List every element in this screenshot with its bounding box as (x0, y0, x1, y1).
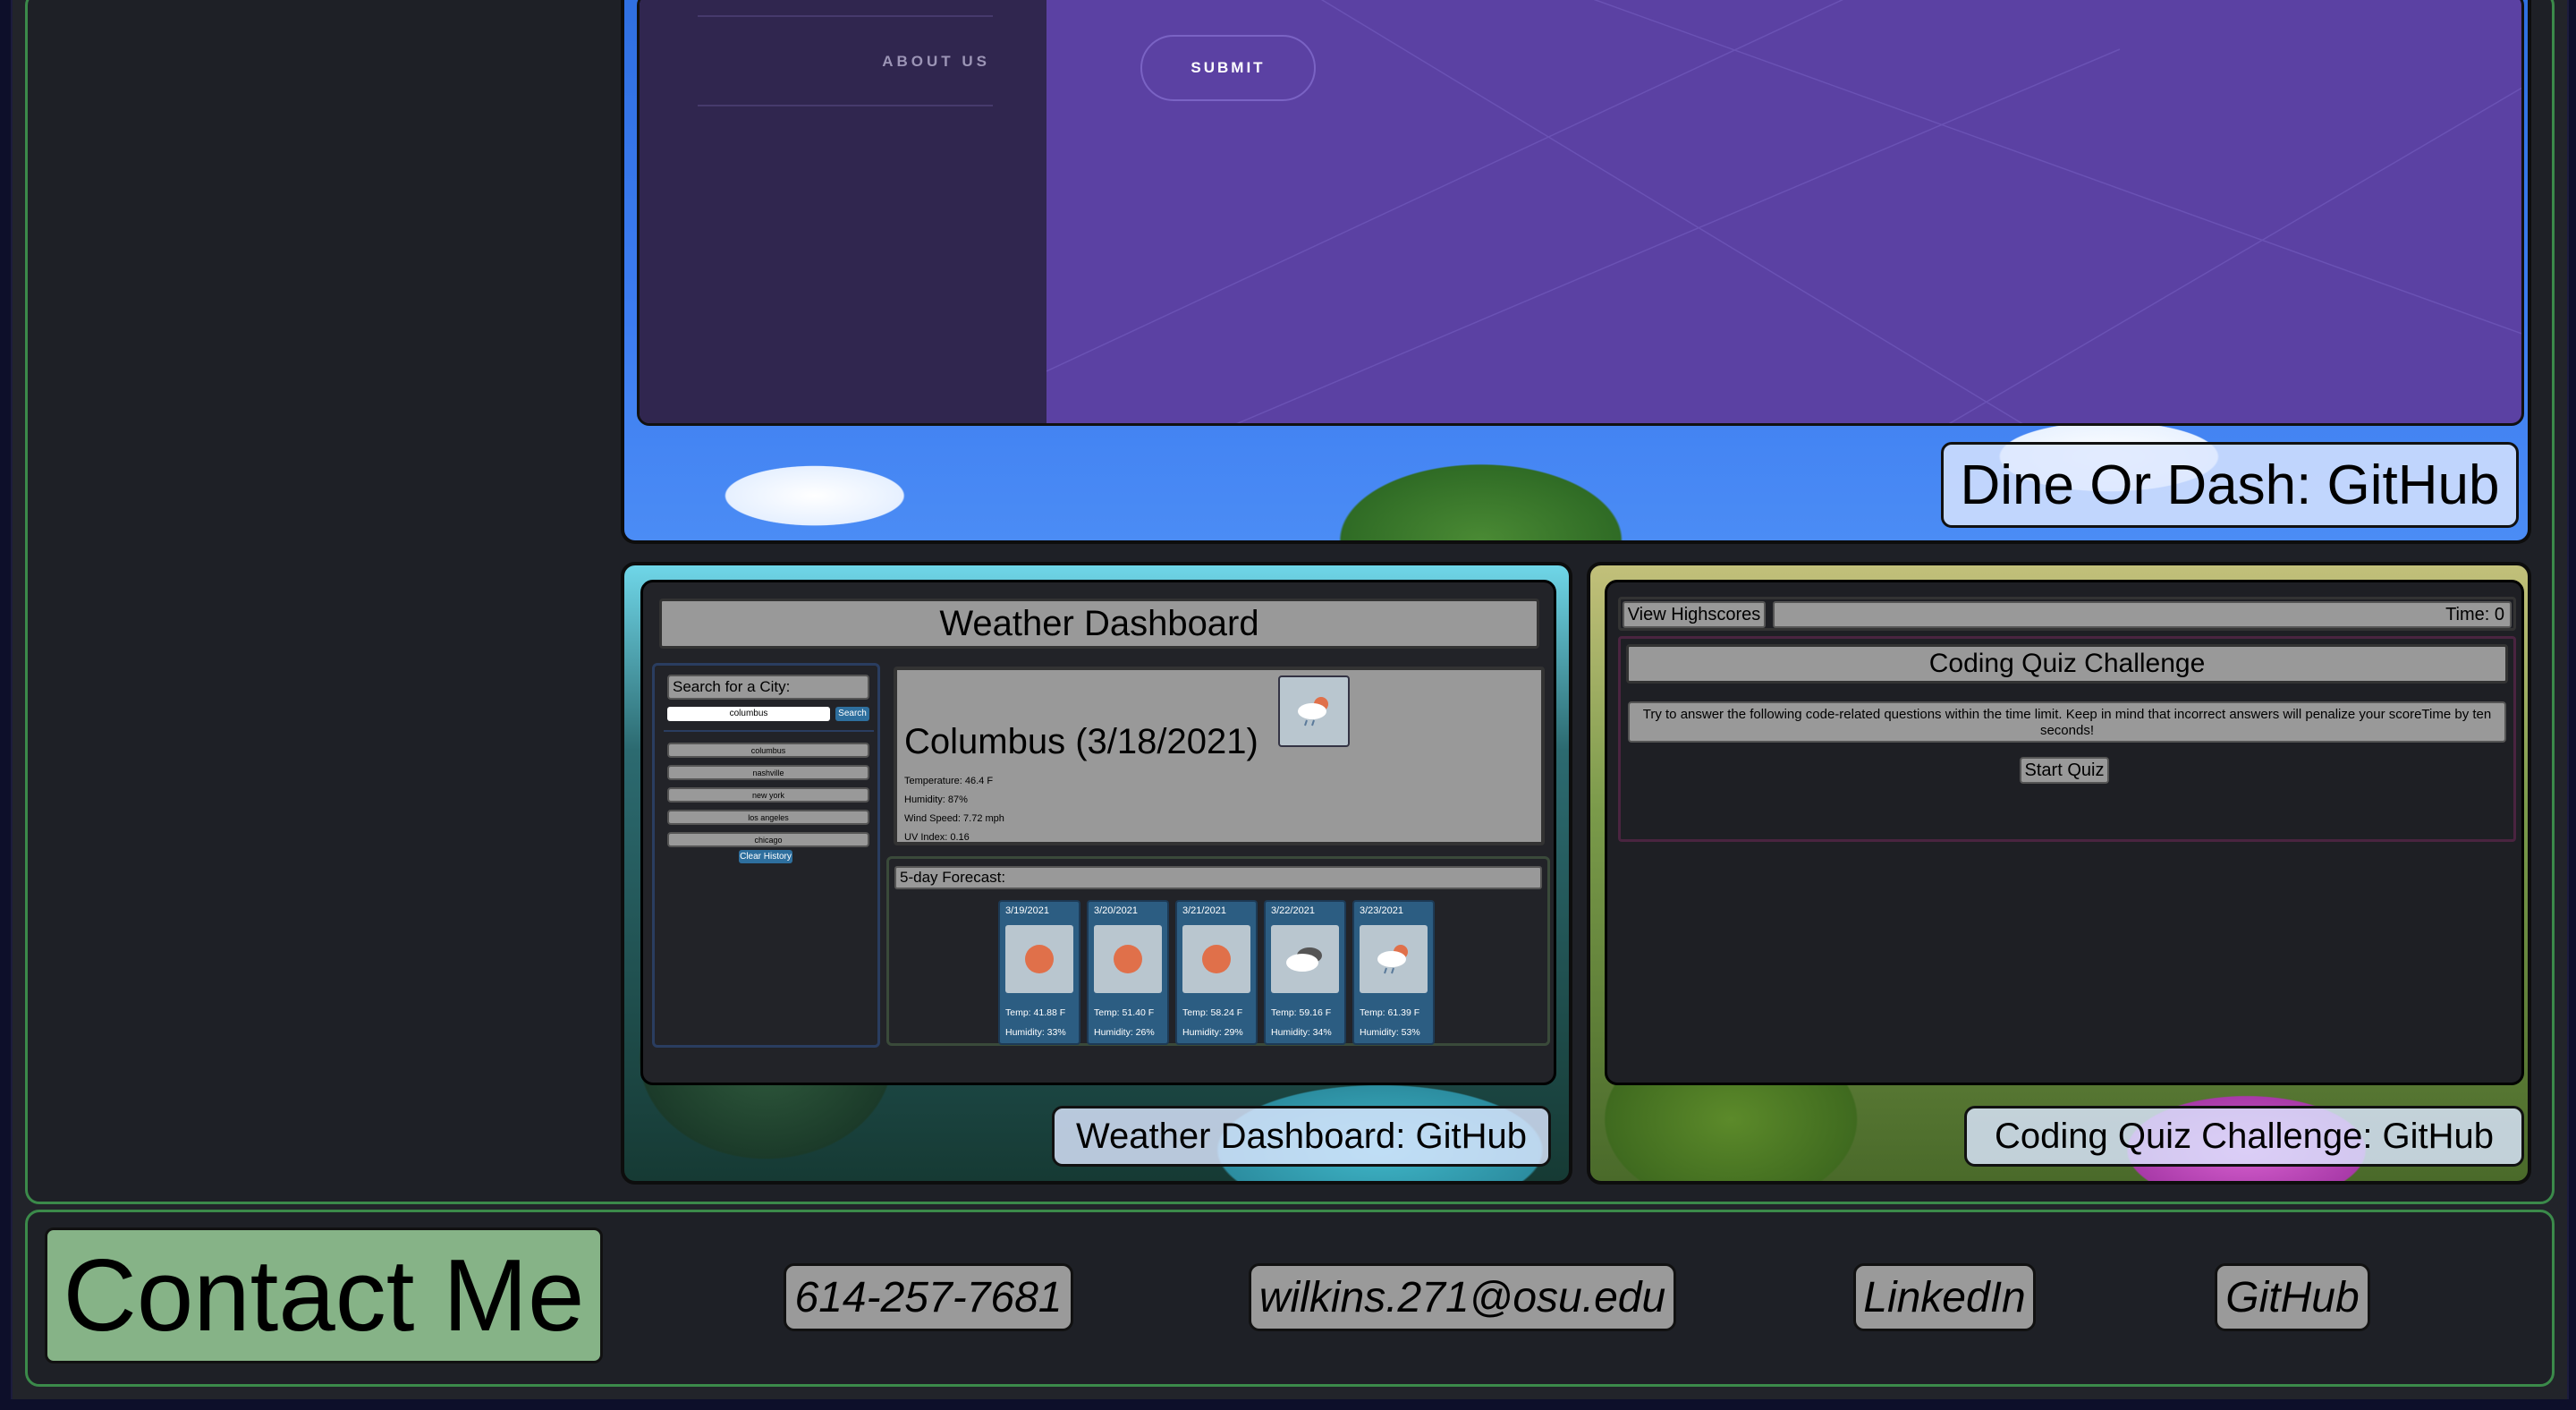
forecast-humidity: Humidity: 33% (1005, 1027, 1066, 1038)
weather-dashboard-github-link[interactable]: Weather Dashboard: GitHub (1052, 1106, 1551, 1167)
view-highscores-button[interactable]: View Highscores (1623, 601, 1766, 628)
forecast-card: 3/20/2021 Temp: 51.40 F Humidity: 26% (1087, 900, 1169, 1045)
forecast-temp: Temp: 58.24 F (1182, 1007, 1243, 1018)
github-link[interactable]: GitHub (2215, 1263, 2370, 1331)
current-humidity: Humidity: 87% (904, 794, 968, 805)
sun-icon (1005, 925, 1073, 993)
weather-title: Weather Dashboard (659, 599, 1539, 649)
timer: Time: 0 (1773, 601, 2512, 628)
history-item[interactable]: new york (667, 787, 869, 803)
project-card-dine-or-dash[interactable]: ABOUT US SUBMIT Dine Or Dash: GitHub (621, 0, 2531, 544)
linkedin-link[interactable]: LinkedIn (1853, 1263, 2036, 1331)
current-weather-panel: Columbus (3/18/2021) Temperature: 46.4 F… (894, 667, 1545, 845)
history-item[interactable]: columbus (667, 743, 869, 758)
forecast-humidity: Humidity: 53% (1360, 1027, 1420, 1038)
nav-about-us[interactable]: ABOUT US (640, 53, 990, 71)
sidebar-divider (698, 15, 993, 17)
search-label: Search for a City: (667, 675, 869, 700)
search-button[interactable]: Search (835, 707, 869, 721)
coding-quiz-github-link[interactable]: Coding Quiz Challenge: GitHub (1964, 1106, 2524, 1167)
forecast-temp: Temp: 61.39 F (1360, 1007, 1420, 1018)
weather-dashboard-screenshot: Weather Dashboard Search for a City: col… (640, 580, 1556, 1085)
city-search-panel: Search for a City: columbus Search colum… (652, 663, 880, 1048)
current-wind-speed: Wind Speed: 7.72 mph (904, 813, 1004, 824)
phone-link[interactable]: 614-257-7681 (784, 1263, 1073, 1331)
history-item[interactable]: los angeles (667, 810, 869, 825)
rain-cloud-icon (1278, 675, 1350, 747)
current-temperature: Temperature: 46.4 F (904, 776, 994, 786)
city-search-input[interactable]: columbus (667, 707, 830, 721)
forecast-panel: 5-day Forecast: 3/19/2021 Temp: 41.88 F … (886, 856, 1550, 1046)
coding-quiz-screenshot: View Highscores Time: 0 Coding Quiz Chal… (1605, 580, 2524, 1085)
forecast-date: 3/19/2021 (1005, 905, 1049, 916)
forecast-label: 5-day Forecast: (894, 866, 1542, 889)
sidebar-divider (698, 105, 993, 106)
history-item[interactable]: chicago (667, 832, 869, 847)
forecast-date: 3/22/2021 (1271, 905, 1315, 916)
forecast-temp: Temp: 41.88 F (1005, 1007, 1066, 1018)
forecast-humidity: Humidity: 26% (1094, 1027, 1155, 1038)
forecast-card: 3/21/2021 Temp: 58.24 F Humidity: 29% (1175, 900, 1258, 1045)
rain-cloud-icon (1360, 925, 1428, 993)
forecast-card: 3/19/2021 Temp: 41.88 F Humidity: 33% (998, 900, 1080, 1045)
dine-or-dash-github-link[interactable]: Dine Or Dash: GitHub (1941, 442, 2519, 528)
forecast-humidity: Humidity: 34% (1271, 1027, 1332, 1038)
history-item[interactable]: nashville (667, 765, 869, 780)
quiz-header: View Highscores Time: 0 (1618, 597, 2516, 631)
quiz-card: Coding Quiz Challenge Try to answer the … (1618, 636, 2516, 842)
clear-history-button[interactable]: Clear History (739, 850, 792, 863)
forecast-date: 3/20/2021 (1094, 905, 1138, 916)
current-uv-index: UV Index: 0.16 (904, 832, 970, 843)
forecast-date: 3/23/2021 (1360, 905, 1403, 916)
sun-icon (1182, 925, 1250, 993)
contact-heading: Contact Me (45, 1227, 603, 1363)
forecast-temp: Temp: 51.40 F (1094, 1007, 1155, 1018)
email-link[interactable]: wilkins.271@osu.edu (1249, 1263, 1676, 1331)
quiz-title: Coding Quiz Challenge (1626, 644, 2508, 684)
cloud-icon (1271, 925, 1339, 993)
start-quiz-button[interactable]: Start Quiz (2020, 757, 2109, 784)
sun-icon (1094, 925, 1162, 993)
forecast-card: 3/22/2021 Temp: 59.16 F Humidity: 34% (1264, 900, 1346, 1045)
forecast-temp: Temp: 59.16 F (1271, 1007, 1332, 1018)
forecast-card: 3/23/2021 Temp: 61.39 F Humidity: 53% (1352, 900, 1435, 1045)
forecast-date: 3/21/2021 (1182, 905, 1226, 916)
dine-sidebar: ABOUT US (640, 0, 1046, 423)
search-history: columbus nashville new york los angeles … (664, 730, 874, 847)
forecast-humidity: Humidity: 29% (1182, 1027, 1243, 1038)
submit-button[interactable]: SUBMIT (1140, 35, 1316, 101)
current-city-date: Columbus (3/18/2021) (904, 722, 1258, 761)
dine-or-dash-screenshot: ABOUT US SUBMIT (637, 0, 2524, 426)
quiz-description: Try to answer the following code-related… (1628, 701, 2506, 743)
